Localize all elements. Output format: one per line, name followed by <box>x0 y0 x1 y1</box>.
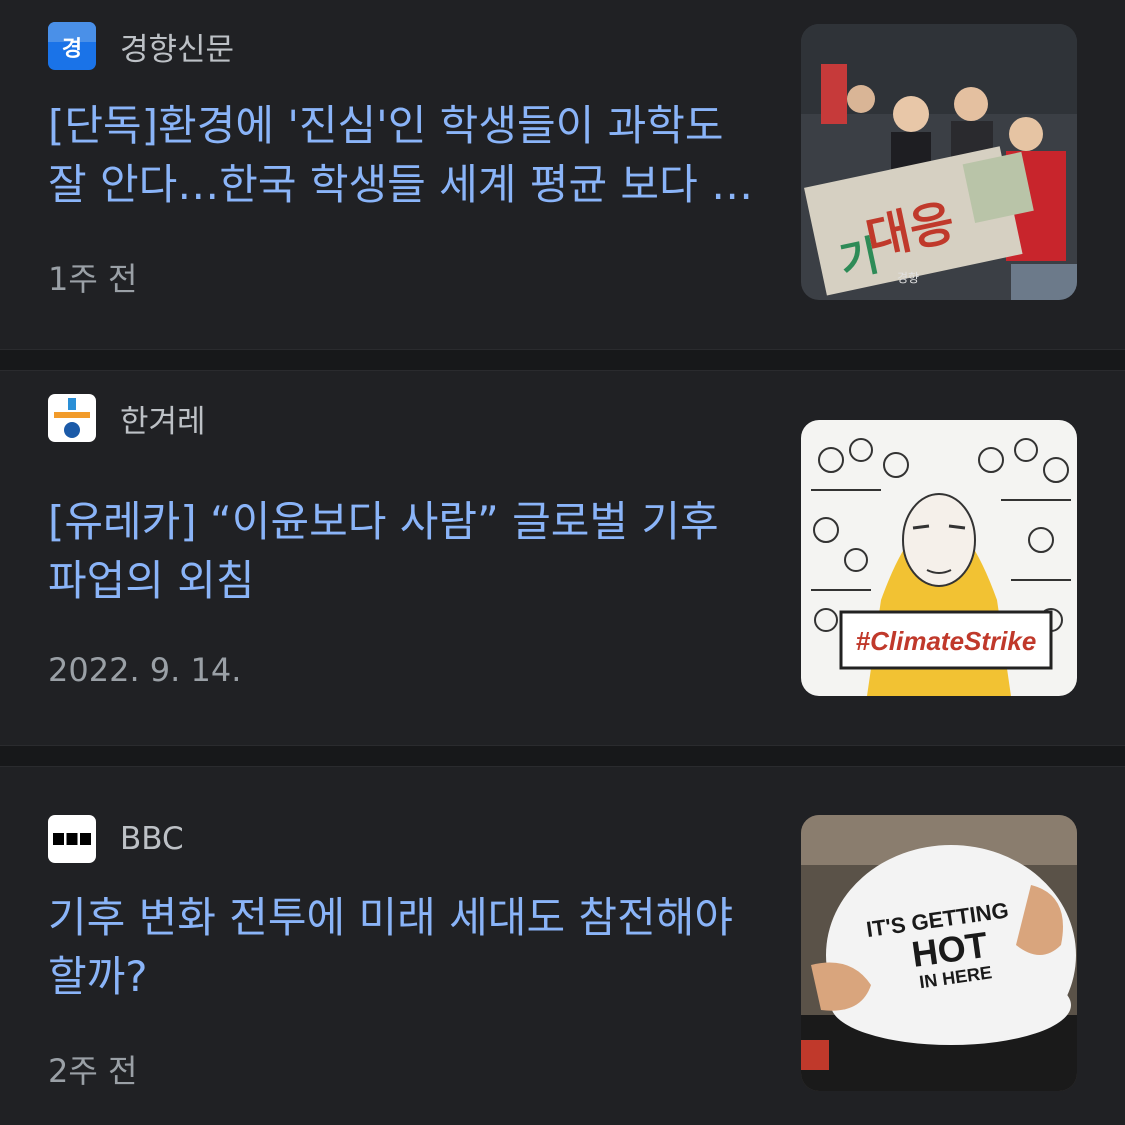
bbc-logo-icon <box>48 815 96 863</box>
headline-link[interactable]: [유레카] “이윤보다 사람” 글로벌 기후 파업의 외침 <box>48 492 758 610</box>
headline-link[interactable]: 기후 변화 전투에 미래 세대도 참전해야 할까? <box>48 888 758 1006</box>
source-name: 경향신문 <box>120 31 235 68</box>
timestamp: 2주 전 <box>48 1052 138 1090</box>
news-card[interactable]: 한겨레 [유레카] “이윤보다 사람” 글로벌 기후 파업의 외침 2022. … <box>0 371 1125 745</box>
kyunghyang-logo-icon: 경 <box>48 22 96 70</box>
students-climate-protest-photo[interactable]: 대응 기 경향 <box>801 24 1077 300</box>
climate-strike-illustration[interactable]: #ClimateStrike <box>801 420 1077 696</box>
card-divider <box>0 745 1125 767</box>
news-card[interactable]: 경 경향신문 [단독]환경에 '진심'인 학생들이 과학도 잘 안다…한국 학생… <box>0 0 1125 349</box>
hankyoreh-logo-icon <box>48 394 96 442</box>
timestamp: 1주 전 <box>48 260 138 298</box>
card-divider <box>0 349 1125 371</box>
timestamp: 2022. 9. 14. <box>48 651 242 689</box>
source-row[interactable]: 경 경향신문 <box>48 22 234 70</box>
news-card[interactable]: BBC 기후 변화 전투에 미래 세대도 참전해야 할까? 2주 전 IT'S … <box>0 767 1125 1125</box>
svg-text:경: 경 <box>62 36 82 61</box>
headline-link[interactable]: [단독]환경에 '진심'인 학생들이 과학도 잘 안다…한국 학생들 세계 평균… <box>48 96 758 214</box>
source-row[interactable]: BBC <box>48 815 184 863</box>
pregnant-belly-shirt-photo[interactable]: IT'S GETTING HOT IN HERE <box>801 815 1077 1091</box>
banner-text: #ClimateStrike <box>856 626 1037 656</box>
source-row[interactable]: 한겨레 <box>48 394 206 442</box>
photo-watermark: 경향 <box>897 271 919 285</box>
source-name: BBC <box>120 821 184 857</box>
news-feed: 경 경향신문 [단독]환경에 '진심'인 학생들이 과학도 잘 안다…한국 학생… <box>0 0 1125 1125</box>
source-name: 한겨레 <box>120 403 206 440</box>
